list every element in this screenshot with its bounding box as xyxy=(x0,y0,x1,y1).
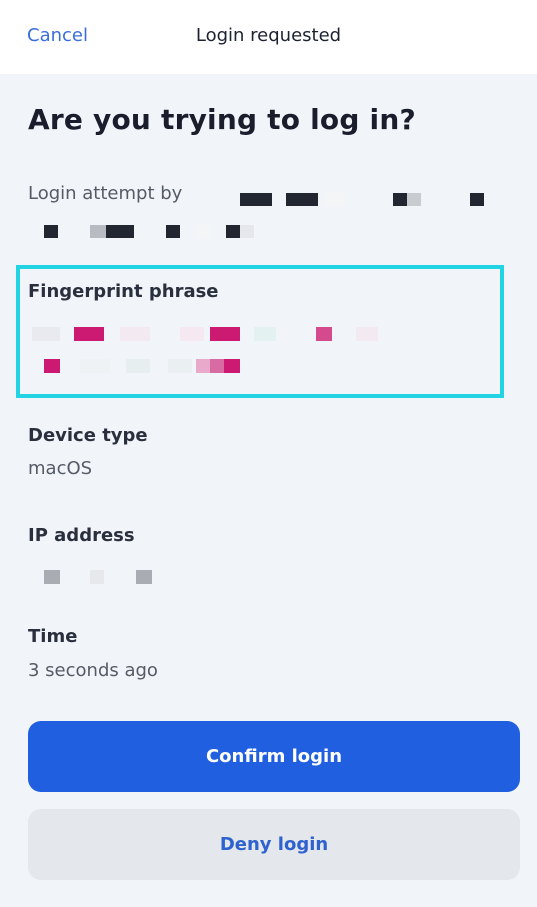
fingerprint-phrase-label: Fingerprint phrase xyxy=(28,281,219,302)
time-label: Time xyxy=(28,626,78,647)
device-type-label: Device type xyxy=(28,425,148,446)
login-attempt-label: Login attempt by xyxy=(28,183,183,204)
ip-address-label: IP address xyxy=(28,525,135,546)
page-title: Login requested xyxy=(195,25,342,46)
deny-login-button[interactable]: Deny login xyxy=(28,809,520,880)
top-bar: Cancel Login requested xyxy=(0,0,537,74)
device-type-value: macOS xyxy=(28,458,93,479)
time-value: 3 seconds ago xyxy=(28,660,158,681)
login-prompt-heading: Are you trying to log in? xyxy=(28,103,416,136)
confirm-login-button[interactable]: Confirm login xyxy=(28,721,520,792)
